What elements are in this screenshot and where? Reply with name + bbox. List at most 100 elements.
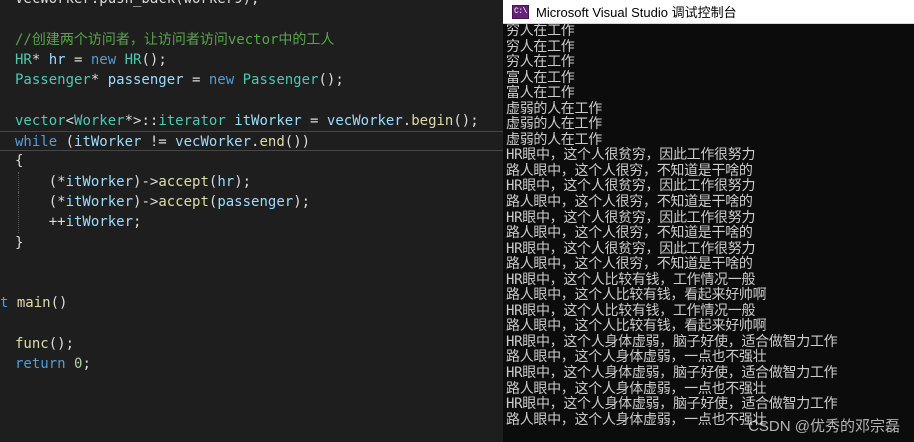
code-line[interactable]: vector<Worker*>::iterator itWorker = vec… [0, 111, 503, 131]
console-line: 穷人在工作 [506, 23, 575, 39]
code-token: Passenger [242, 72, 319, 89]
code-token: vecWorker.push_back(worker9); [15, 0, 259, 7]
code-token: () [50, 295, 68, 312]
code-token: (); [48, 336, 75, 353]
code-token: = [183, 72, 209, 89]
console-line: HR眼中，这个人很贫穷，因此工作很努力 [506, 240, 756, 257]
code-line[interactable]: ++itWorker; [0, 212, 503, 233]
visual-studio-console-icon: C:\ [512, 4, 529, 19]
console-line: HR眼中，这个人很贫穷，因此工作很努力 [506, 209, 756, 226]
code-token: ); [293, 193, 311, 210]
code-line[interactable]: t main() [0, 293, 503, 313]
console-line: HR眼中，这个人很贫穷，因此工作很努力 [506, 178, 756, 195]
code-token: (* [15, 173, 66, 190]
code-token: hr [48, 51, 66, 68]
code-token: ++ [15, 214, 66, 231]
code-line[interactable]: Passenger* passenger = new Passenger(); [0, 70, 503, 90]
console-line: 路人眼中，这个人身体虚弱，一点也不强壮 [506, 349, 767, 366]
code-line[interactable]: //创建两个访问者，让访问者访问vector中的工人 [0, 30, 503, 50]
code-token: itWorker [234, 112, 302, 129]
code-token: accept [158, 193, 209, 210]
code-token: *>:: [124, 112, 159, 129]
console-line: 路人眼中，这个人很穷，不知道是干啥的 [506, 225, 753, 242]
code-line[interactable]: } [0, 233, 503, 253]
console-line: 穷人在工作 [506, 38, 575, 55]
code-token: Worker [74, 112, 125, 129]
code-line[interactable]: (*itWorker)->accept(passenger); [0, 191, 503, 213]
code-token: HR [15, 51, 32, 68]
code-line[interactable]: while (itWorker != vecWorker.end()) [0, 131, 503, 152]
code-token: new [90, 51, 117, 68]
console-line: 虚弱的人在工作 [506, 116, 602, 133]
code-token: } [15, 234, 24, 251]
code-token: new [208, 72, 235, 89]
code-token: vector [15, 112, 66, 129]
code-token: //创建两个访问者，让访问者访问vector中的工人 [15, 31, 335, 48]
console-line: 路人眼中，这个人比较有钱，看起来好帅啊 [506, 287, 767, 304]
console-line: 富人在工作 [506, 85, 575, 102]
code-line[interactable] [0, 273, 503, 293]
code-line[interactable]: HR* hr = new HR(); [0, 50, 503, 70]
code-token: (* [15, 193, 66, 210]
code-token: itWorker [74, 134, 142, 151]
code-token: ; [82, 356, 91, 373]
indent-guide [18, 191, 19, 213]
code-line[interactable]: { [0, 151, 503, 171]
code-token: accept [158, 173, 209, 190]
code-token: HR [124, 51, 142, 68]
code-line[interactable]: (*itWorker)->accept(hr); [0, 171, 503, 192]
code-token: != [141, 134, 176, 151]
console-line: HR眼中，这个人比较有钱，工作情况一般 [506, 271, 756, 288]
code-token: func [15, 336, 49, 353]
console-line: 穷人在工作 [506, 54, 575, 71]
code-token: return [15, 356, 66, 373]
indent-guide [18, 212, 19, 233]
code-token: begin [411, 112, 454, 129]
code-line[interactable]: return 0; [0, 354, 503, 374]
code-lines: vecWorker.push_back(worker9); //创建两个访问者，让… [0, 0, 503, 375]
code-token: = [65, 51, 91, 68]
code-token: itWorker [65, 193, 134, 210]
code-token: ; [133, 214, 142, 231]
code-line[interactable]: func(); [0, 334, 503, 354]
code-token: . [402, 112, 412, 129]
code-token: * [31, 51, 49, 68]
code-line[interactable] [0, 9, 503, 29]
code-token: { [15, 153, 24, 170]
console-line: 富人在工作 [506, 69, 575, 86]
console-line: HR眼中，这个人身体虚弱，脑子好使，适合做智力工作 [506, 365, 838, 382]
watermark: CSDN @优秀的邓宗磊 [748, 418, 900, 435]
code-token: main [16, 295, 51, 312]
console-line: HR眼中，这个人身体虚弱，脑子好使，适合做智力工作 [506, 396, 838, 413]
console-line: 路人眼中，这个人很穷，不知道是干啥的 [506, 194, 753, 211]
console-title: Microsoft Visual Studio 调试控制台 [536, 5, 737, 20]
code-token: t [0, 295, 17, 312]
console-line: 路人眼中，这个人身体虚弱，一点也不强壮 [506, 380, 767, 397]
code-token: (); [318, 72, 344, 89]
code-token: )-> [133, 193, 159, 210]
code-token: end [259, 134, 285, 151]
code-token: < [65, 112, 75, 129]
code-line[interactable]: vecWorker.push_back(worker9); [0, 0, 503, 9]
code-token: itWorker [65, 214, 134, 231]
code-token: )-> [133, 173, 159, 190]
console-titlebar[interactable]: C:\ Microsoft Visual Studio 调试控制台 [503, 0, 914, 24]
code-line[interactable] [0, 90, 503, 110]
debug-console-window[interactable]: C:\ Microsoft Visual Studio 调试控制台 穷人在工作穷… [503, 0, 914, 442]
code-token: itWorker [65, 173, 134, 190]
code-token: (); [453, 112, 479, 129]
code-token: * [90, 72, 108, 89]
console-line: 路人眼中，这个人比较有钱，看起来好帅啊 [506, 318, 767, 335]
code-line[interactable] [0, 253, 503, 273]
indent-guide [18, 171, 19, 192]
code-token: Passenger [15, 72, 91, 89]
code-token: vecWorker [175, 134, 252, 151]
code-line[interactable] [0, 314, 503, 334]
code-token: ( [57, 134, 75, 151]
code-token: iterator [158, 112, 226, 129]
code-editor[interactable]: vecWorker.push_back(worker9); //创建两个访问者，让… [0, 0, 503, 442]
code-token: passenger [107, 72, 184, 89]
